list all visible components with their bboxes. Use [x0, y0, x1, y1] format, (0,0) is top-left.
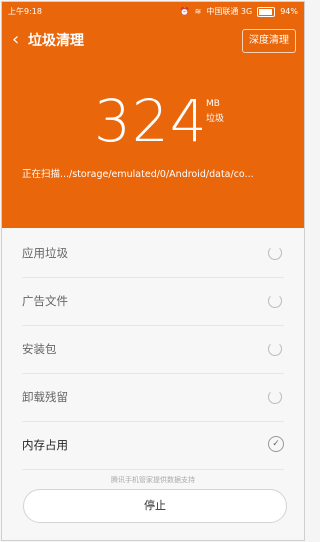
status-icons: ⏰ ≋ 中国联通 3G 94%: [180, 2, 298, 22]
loading-spinner-icon: [268, 294, 282, 308]
battery-percent: 94%: [280, 7, 298, 16]
loading-spinner-icon: [268, 390, 282, 404]
category-label: 应用垃圾: [22, 246, 68, 260]
title-bar: ‹ 垃圾清理 深度清理: [2, 26, 304, 56]
alarm-icon: ⏰: [179, 7, 190, 16]
loading-spinner-icon: [268, 246, 282, 260]
category-label: 内存占用: [22, 438, 68, 452]
data-support-note: 腾讯手机管家提供数据支持: [111, 476, 195, 484]
scanning-path-text: 正在扫描.../storage/emulated/0/Android/data/…: [22, 169, 254, 180]
deep-clean-button[interactable]: 深度清理: [242, 29, 296, 53]
category-list: 应用垃圾 广告文件 安装包 卸载残留 内存占用 ✓: [2, 230, 304, 470]
category-row-app-junk[interactable]: 应用垃圾: [22, 230, 284, 278]
category-label: 广告文件: [22, 294, 68, 308]
page-title: 垃圾清理: [28, 33, 84, 49]
checkmark-icon: ✓: [268, 436, 284, 452]
wifi-icon: ≋: [194, 7, 202, 16]
category-label: 安装包: [22, 342, 57, 356]
back-arrow-icon[interactable]: ‹: [12, 28, 19, 52]
app-screen: 上午9:18 ⏰ ≋ 中国联通 3G 94% ‹ 垃圾清理 深度清理 324 M…: [1, 1, 305, 541]
junk-size-caption: 垃圾: [206, 114, 225, 124]
status-bar: 上午9:18 ⏰ ≋ 中国联通 3G 94%: [2, 2, 304, 22]
junk-size-value: 324: [94, 87, 208, 155]
category-row-uninstall-residue[interactable]: 卸载残留: [22, 374, 284, 422]
junk-size-unit: MB: [206, 99, 220, 109]
status-time: 上午9:18: [8, 7, 42, 16]
category-row-ad-files[interactable]: 广告文件: [22, 278, 284, 326]
scan-header-panel: 上午9:18 ⏰ ≋ 中国联通 3G 94% ‹ 垃圾清理 深度清理 324 M…: [2, 2, 304, 228]
loading-spinner-icon: [268, 342, 282, 356]
carrier-label: 中国联通 3G: [206, 7, 253, 16]
battery-icon: [257, 7, 276, 17]
category-label: 卸载残留: [22, 390, 68, 404]
category-row-memory-usage[interactable]: 内存占用 ✓: [22, 422, 284, 470]
category-row-install-packages[interactable]: 安装包: [22, 326, 284, 374]
stop-button[interactable]: 停止: [23, 489, 287, 523]
